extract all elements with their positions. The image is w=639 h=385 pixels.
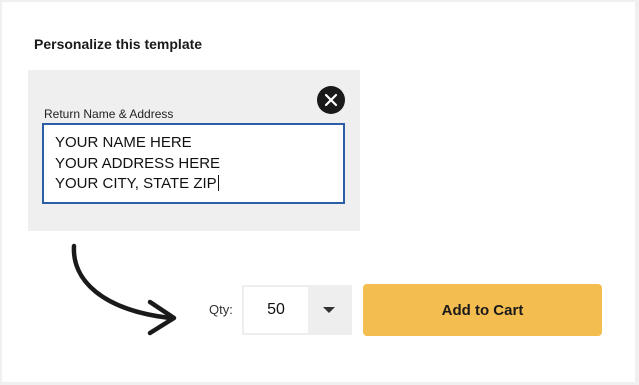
address-line-city-text: YOUR CITY, STATE ZIP — [55, 175, 217, 192]
qty-label: Qty: — [209, 302, 233, 317]
address-line-street: YOUR ADDRESS HERE — [55, 154, 221, 172]
curved-arrow-icon — [71, 243, 177, 336]
close-button[interactable] — [317, 86, 345, 114]
add-to-cart-button[interactable]: Add to Cart — [363, 284, 602, 336]
address-field-label: Return Name & Address — [44, 107, 174, 121]
text-caret — [217, 175, 219, 191]
address-textarea[interactable]: YOUR NAME HERE YOUR ADDRESS HERE YOUR CI… — [42, 123, 345, 204]
address-line-name: YOUR NAME HERE — [55, 134, 192, 151]
personalize-card: Personalize this template Return Name & … — [2, 2, 635, 382]
quantity-value: 50 — [244, 287, 308, 333]
chevron-down-icon[interactable] — [322, 305, 336, 315]
address-line-city: YOUR CITY, STATE ZIP — [55, 174, 220, 195]
quantity-select[interactable]: 50 — [242, 285, 352, 335]
close-icon — [323, 92, 339, 108]
personalize-panel: Return Name & Address YOUR NAME HERE YOU… — [28, 70, 360, 231]
section-heading: Personalize this template — [34, 36, 203, 52]
